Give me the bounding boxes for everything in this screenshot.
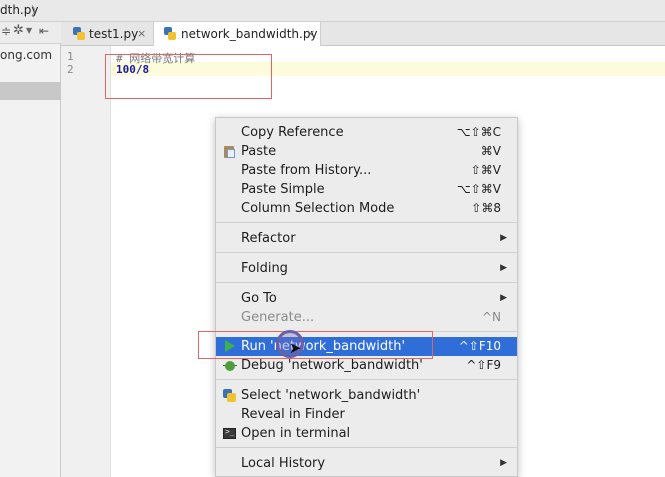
menu-item-label: Copy Reference — [241, 125, 344, 140]
menu-item-column-selection-mode[interactable]: Column Selection Mode ⇧⌘8 — [216, 199, 517, 218]
tab-test1[interactable]: test1.py × — [69, 22, 151, 46]
project-tree-selected-row[interactable] — [0, 82, 61, 100]
mouse-pointer-icon: ➤ — [289, 339, 302, 357]
close-icon[interactable]: × — [137, 27, 146, 40]
menu-item-refactor[interactable]: Refactor ▶ — [216, 229, 517, 248]
navigation-bar: dth.py 〉 — [0, 0, 665, 22]
menu-item-paste[interactable]: Paste ⌘V — [216, 142, 517, 161]
paste-icon — [223, 145, 236, 158]
gear-dropdown-chevron-icon[interactable]: ▼ — [26, 26, 32, 35]
submenu-arrow-icon: ▶ — [500, 233, 507, 243]
menu-item-select[interactable]: Select 'network_bandwidth' — [216, 386, 517, 405]
menu-item-shortcut: ⇧⌘8 — [471, 201, 501, 215]
menu-separator — [216, 252, 517, 253]
menu-separator — [216, 282, 517, 283]
menu-item-label: Paste — [241, 144, 277, 159]
gear-icon[interactable]: ✲ — [13, 23, 24, 38]
menu-separator — [216, 222, 517, 223]
submenu-arrow-icon: ▶ — [500, 263, 507, 273]
menu-item-label: Generate... — [241, 310, 315, 325]
hide-panel-icon[interactable]: ⇤ — [39, 24, 49, 38]
menu-item-reveal-in-finder[interactable]: Reveal in Finder — [216, 405, 517, 424]
menu-item-shortcut: ⌥⇧⌘V — [456, 182, 501, 196]
menu-item-shortcut: ⌥⇧⌘C — [456, 125, 501, 139]
menu-item-label: Paste Simple — [241, 182, 325, 197]
line-number-gutter: 1 2 — [61, 46, 111, 477]
menu-item-label: Local History — [241, 456, 326, 471]
python-icon — [223, 389, 236, 402]
submenu-arrow-icon: ▶ — [500, 458, 507, 468]
menu-item-paste-from-history[interactable]: Paste from History... ⇧⌘V — [216, 161, 517, 180]
annotation-highlight-box — [198, 331, 433, 359]
annotation-highlight-box — [105, 54, 272, 99]
context-menu: Copy Reference ⌥⇧⌘C Paste ⌘V Paste from … — [215, 117, 518, 477]
project-toolbar: ≑ ✲ ▼ ⇤ — [0, 22, 61, 44]
menu-item-local-history[interactable]: Local History ▶ — [216, 454, 517, 473]
menu-item-shortcut: ^N — [481, 310, 501, 324]
menu-item-label: Open in terminal — [241, 426, 351, 441]
menu-item-paste-simple[interactable]: Paste Simple ⌥⇧⌘V — [216, 180, 517, 199]
menu-item-label: Reveal in Finder — [241, 407, 345, 422]
menu-item-folding[interactable]: Folding ▶ — [216, 259, 517, 278]
editor-tab-bar: test1.py × network_bandwidth.py × — [61, 22, 665, 47]
menu-item-label: Column Selection Mode — [241, 201, 395, 216]
menu-item-label: Debug 'network_bandwidth' — [241, 358, 423, 373]
menu-item-go-to[interactable]: Go To ▶ — [216, 289, 517, 308]
menu-item-label: Select 'network_bandwidth' — [241, 388, 421, 403]
tab-network-bandwidth[interactable]: network_bandwidth.py × — [153, 22, 321, 47]
menu-item-shortcut: ⇧⌘V — [470, 163, 501, 177]
line-number: 2 — [67, 63, 74, 76]
tab-label: test1.py — [89, 27, 139, 41]
menu-item-label: Go To — [241, 291, 277, 306]
debug-bug-icon — [223, 359, 237, 372]
menu-item-open-in-terminal[interactable]: >_ Open in terminal — [216, 424, 517, 443]
menu-separator — [216, 379, 517, 380]
python-file-icon — [73, 27, 85, 40]
line-number: 1 — [67, 50, 74, 63]
menu-item-shortcut: ⌘V — [480, 144, 501, 158]
close-icon[interactable]: × — [306, 27, 315, 40]
tab-label: network_bandwidth.py — [181, 27, 318, 41]
submenu-arrow-icon: ▶ — [500, 293, 507, 303]
menu-separator — [216, 447, 517, 448]
menu-item-label: Folding — [241, 261, 288, 276]
menu-item-copy-reference[interactable]: Copy Reference ⌥⇧⌘C — [216, 123, 517, 142]
menu-item-shortcut: ^⇧F9 — [466, 358, 501, 372]
menu-item-shortcut: ^⇧F10 — [458, 339, 501, 353]
terminal-icon: >_ — [223, 427, 236, 440]
menu-item-label: Refactor — [241, 231, 296, 246]
project-tree-item[interactable]: ong.com — [0, 48, 52, 62]
menu-item-generate[interactable]: Generate... ^N — [216, 308, 517, 327]
project-panel: ≑ ✲ ▼ ⇤ ong.com — [0, 22, 61, 477]
menu-item-label: Paste from History... — [241, 163, 372, 178]
breadcrumb-chevron-icon: 〉 — [31, 4, 44, 18]
dash-icon[interactable]: ≑ — [1, 24, 11, 38]
python-file-icon — [164, 27, 176, 40]
